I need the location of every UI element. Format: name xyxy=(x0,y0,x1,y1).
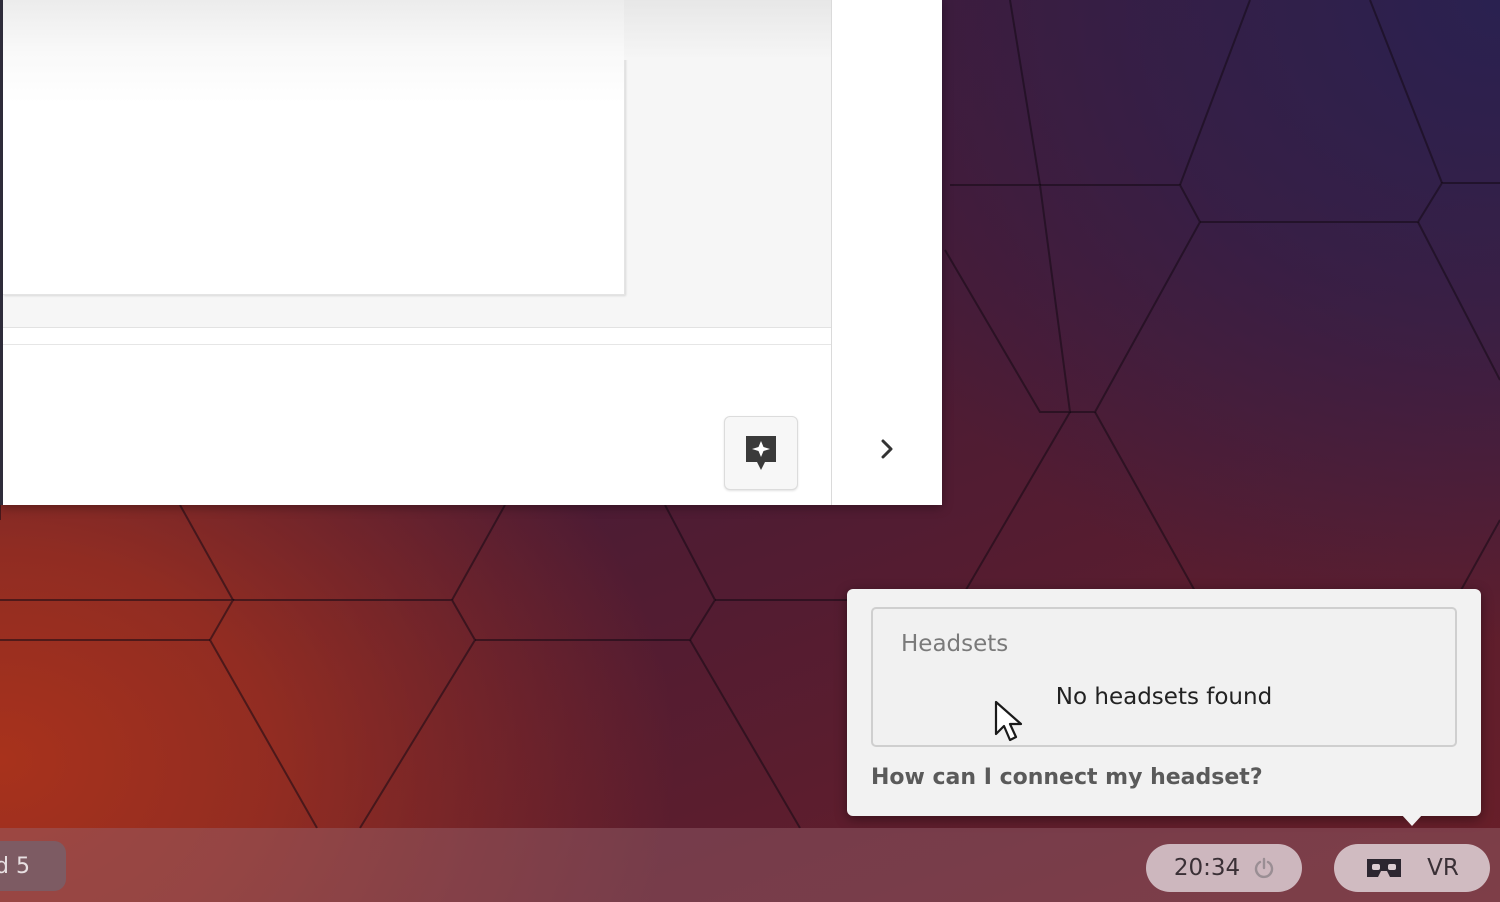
headsets-section-title: Headsets xyxy=(901,631,1009,657)
chevron-right-icon xyxy=(881,439,893,459)
content-area xyxy=(3,0,832,327)
mouse-cursor-icon xyxy=(994,700,1023,742)
headsets-list: Headsets No headsets found xyxy=(871,607,1457,747)
desktop: Headsets No headsets found How can I con… xyxy=(0,0,1500,902)
vr-label: VR xyxy=(1427,855,1459,881)
content-card xyxy=(3,0,625,295)
sparkle-icon xyxy=(746,436,776,470)
no-headsets-message: No headsets found xyxy=(1055,684,1273,710)
power-icon xyxy=(1254,857,1274,879)
workspace-label: d 5 xyxy=(0,853,30,879)
workspace-button[interactable]: d 5 xyxy=(0,841,66,891)
taskbar: d 5 20:34 VR xyxy=(0,828,1500,902)
connect-headset-help-link[interactable]: How can I connect my headset? xyxy=(871,765,1263,790)
clock-button[interactable]: 20:34 xyxy=(1146,844,1302,892)
clock-time: 20:34 xyxy=(1173,855,1241,881)
content-top-shade xyxy=(624,0,832,60)
sparkle-button[interactable] xyxy=(724,416,798,490)
divider xyxy=(3,344,832,345)
vr-headset-icon xyxy=(1367,859,1402,877)
popover-arrow xyxy=(1401,814,1423,826)
app-window xyxy=(0,0,942,505)
next-button[interactable] xyxy=(870,432,904,466)
side-panel xyxy=(832,0,942,505)
vr-button[interactable]: VR xyxy=(1334,844,1490,892)
vr-popover: Headsets No headsets found How can I con… xyxy=(847,589,1481,816)
divider xyxy=(3,327,832,328)
